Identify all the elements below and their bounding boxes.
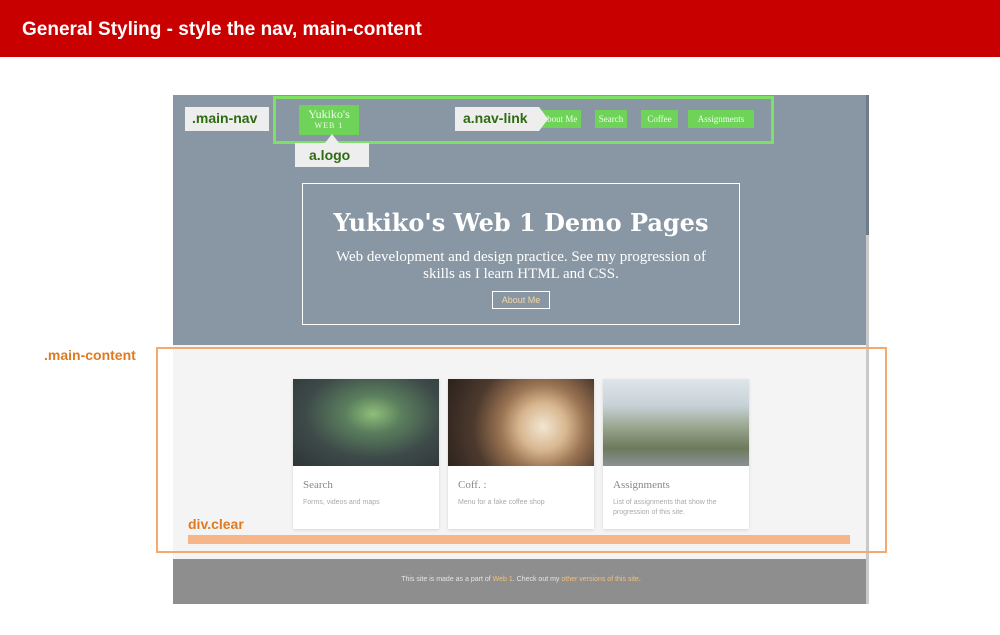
site-footer: This site is made as a part of Web 1. Ch… xyxy=(173,559,869,604)
main-nav-label: .main-nav xyxy=(185,107,269,131)
hero-box: Yukiko's Web 1 Demo Pages Web developmen… xyxy=(302,183,740,325)
nav-link-label: a.nav-link xyxy=(455,107,539,131)
footer-link-web1[interactable]: Web 1 xyxy=(493,576,513,583)
about-me-button[interactable]: About Me xyxy=(491,291,551,309)
logo-pointer-icon xyxy=(325,134,339,143)
hero-subtitle: Web development and design practice. See… xyxy=(336,249,706,282)
slide-title: General Styling - style the nav, main-co… xyxy=(22,19,422,40)
footer-link-other-versions[interactable]: other versions of this site xyxy=(561,576,638,583)
nav-link-pointer-icon xyxy=(539,107,548,131)
footer-text: . xyxy=(638,576,641,583)
hero-title: Yukiko's Web 1 Demo Pages xyxy=(333,208,709,237)
logo-label: a.logo xyxy=(295,143,369,167)
div-clear-highlight xyxy=(188,535,850,544)
footer-text: . Check out my xyxy=(512,576,562,583)
main-content-label: .main-content xyxy=(44,347,136,363)
scrollbar-thumb[interactable] xyxy=(866,95,869,235)
slide-title-banner: General Styling - style the nav, main-co… xyxy=(0,0,1000,57)
footer-text: This site is made as a part of xyxy=(401,576,493,583)
main-content-outline xyxy=(156,347,887,553)
div-clear-label: div.clear xyxy=(188,516,244,532)
